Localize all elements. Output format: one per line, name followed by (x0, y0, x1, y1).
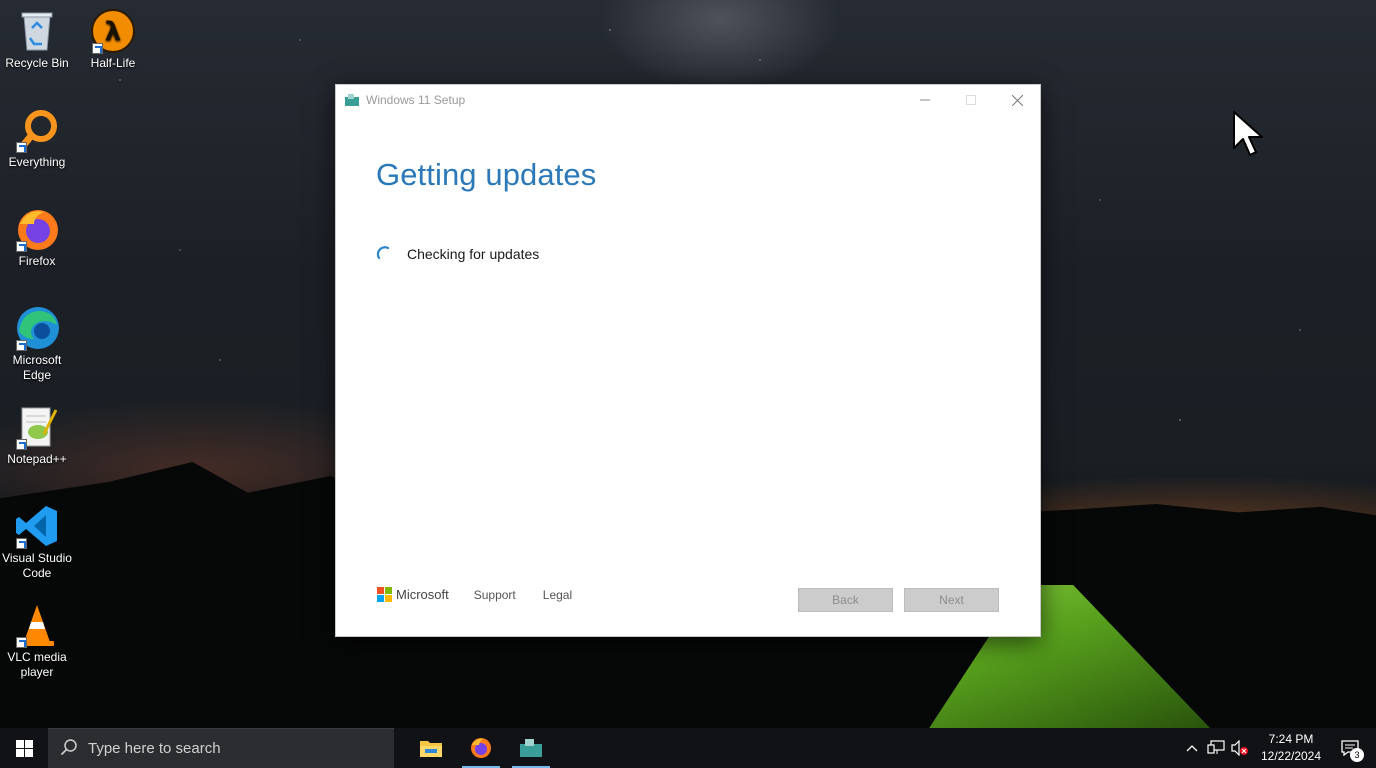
desktop-icon-label: Half-Life (90, 56, 136, 70)
desktop-icon-vlc-media-player[interactable]: VLC media player (0, 602, 74, 680)
clock-date: 12/22/2024 (1260, 749, 1322, 763)
notepad-plus-plus-icon (14, 404, 60, 450)
action-center-button[interactable]: 3 (1330, 728, 1370, 768)
desktop-icon-notepad-plus-plus[interactable]: Notepad++ (0, 404, 74, 467)
desktop-icon-label: VLC media player (7, 650, 67, 679)
desktop-icon-label: Firefox (18, 254, 56, 268)
file-explorer-icon (420, 741, 442, 757)
microsoft-logo-icon (377, 587, 392, 602)
page-title: Getting updates (376, 157, 597, 192)
footer-links: Microsoft Support Legal (377, 587, 599, 602)
show-hidden-icons-chevron-icon[interactable] (1180, 728, 1204, 768)
search-placeholder: Type here to search (88, 740, 221, 757)
visual-studio-code-icon (14, 503, 60, 549)
desktop-icon-firefox[interactable]: Firefox (0, 206, 74, 269)
status-text: Checking for updates (407, 246, 540, 262)
shortcut-arrow-icon (16, 241, 27, 252)
shortcut-arrow-icon (92, 43, 103, 54)
half-life-icon: λ (90, 8, 136, 54)
setup-app-icon (345, 94, 359, 106)
desktop-icon-recycle-bin[interactable]: Recycle Bin (0, 8, 74, 71)
shortcut-arrow-icon (16, 340, 27, 351)
back-button[interactable]: Back (798, 588, 893, 612)
desktop-icon-label: Recycle Bin (5, 56, 69, 70)
next-button[interactable]: Next (904, 588, 999, 612)
start-button[interactable] (0, 728, 48, 768)
search-icon (60, 738, 78, 760)
setup-app-icon (520, 739, 542, 757)
network-icon[interactable] (1204, 728, 1228, 768)
firefox-icon (14, 206, 60, 252)
taskbar-windows-11-setup[interactable] (506, 728, 556, 768)
footer-buttons: Back Next (787, 588, 999, 612)
windows-11-setup-window: Windows 11 Setup Getting updates Checkin… (335, 84, 1041, 637)
firefox-icon (471, 738, 491, 758)
shortcut-arrow-icon (16, 439, 27, 450)
maximize-button[interactable] (948, 85, 994, 115)
taskbar: Type here to search 7:24 PM 12/22/2024 3 (0, 728, 1376, 768)
volume-muted-icon[interactable] (1228, 728, 1252, 768)
shortcut-arrow-icon (16, 637, 27, 648)
shortcut-arrow-icon (16, 142, 27, 153)
system-tray: 7:24 PM 12/22/2024 3 (1180, 728, 1376, 768)
minimize-button[interactable] (902, 85, 948, 115)
support-link[interactable]: Support (474, 588, 516, 602)
svg-text:λ: λ (105, 17, 121, 47)
legal-link[interactable]: Legal (543, 588, 572, 602)
desktop-icon-label: Everything (8, 155, 66, 169)
desktop-icon-half-life[interactable]: λ Half-Life (76, 8, 150, 71)
loading-spinner-icon (376, 245, 394, 263)
close-button[interactable] (994, 85, 1040, 115)
notification-count-badge: 3 (1350, 748, 1364, 762)
desktop-icon-everything[interactable]: Everything (0, 107, 74, 170)
desktop-icon-microsoft-edge[interactable]: Microsoft Edge (0, 305, 74, 383)
taskbar-firefox[interactable] (456, 728, 506, 768)
taskbar-clock[interactable]: 7:24 PM 12/22/2024 (1252, 731, 1330, 765)
shortcut-arrow-icon (16, 538, 27, 549)
desktop-icon-visual-studio-code[interactable]: Visual Studio Code (0, 503, 74, 581)
desktop-icon-label: Notepad++ (7, 452, 67, 466)
desktop-icon-label: Microsoft Edge (12, 353, 62, 382)
desktop-icon-label: Visual Studio Code (2, 551, 72, 580)
windows-logo-icon (15, 739, 33, 757)
vlc-cone-icon (14, 602, 60, 648)
microsoft-brand-text: Microsoft (396, 587, 449, 602)
taskbar-search-box[interactable]: Type here to search (48, 728, 394, 768)
mouse-pointer-icon (1232, 110, 1266, 163)
status-row: Checking for updates (376, 245, 539, 263)
microsoft-edge-icon (14, 305, 60, 351)
everything-search-icon (14, 107, 60, 153)
recycle-bin-icon (14, 8, 60, 54)
taskbar-file-explorer[interactable] (406, 728, 456, 768)
clock-time: 7:24 PM (1268, 732, 1314, 746)
window-titlebar[interactable]: Windows 11 Setup (336, 85, 1040, 115)
window-title: Windows 11 Setup (366, 93, 466, 107)
